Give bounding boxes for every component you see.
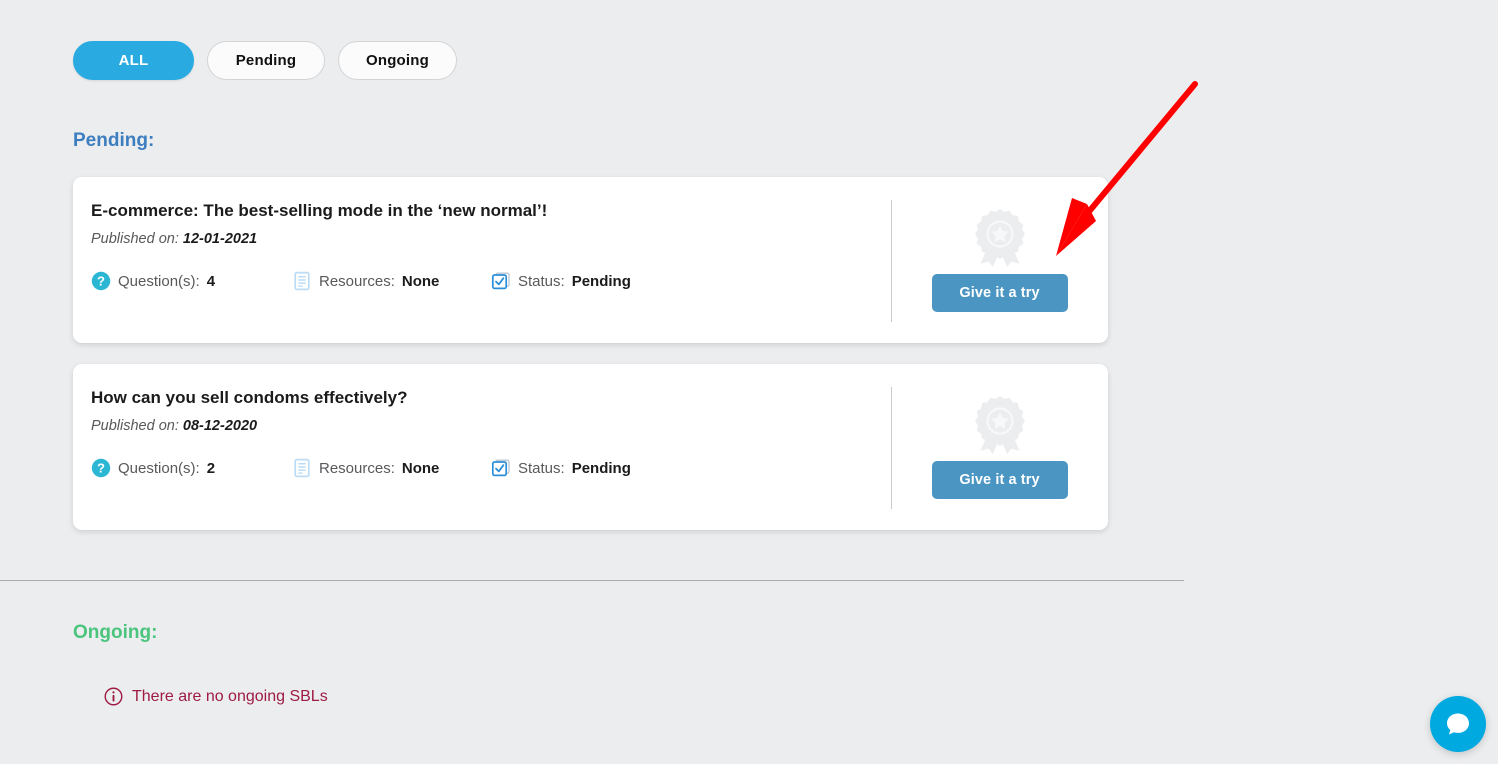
meta-resources: Resources: None bbox=[292, 458, 439, 478]
meta-resources-value: None bbox=[401, 272, 440, 290]
checkbox-checked-icon bbox=[491, 459, 510, 477]
card-published-line: Published on: 12-01-2021 bbox=[91, 231, 257, 247]
question-circle-icon: ? bbox=[91, 271, 111, 291]
meta-questions-label: Question(s): bbox=[118, 272, 200, 290]
meta-questions: ? Question(s): 4 bbox=[91, 271, 215, 291]
meta-questions-value: 2 bbox=[206, 459, 216, 477]
card-details: How can you sell condoms effectively? Pu… bbox=[91, 364, 891, 530]
meta-questions-label: Question(s): bbox=[118, 459, 200, 477]
chat-bubble-icon bbox=[1447, 713, 1469, 735]
svg-text:?: ? bbox=[97, 461, 105, 476]
meta-status-label: Status: bbox=[518, 272, 565, 290]
chat-widget-button[interactable] bbox=[1430, 696, 1486, 752]
meta-status: Status: Pending bbox=[491, 458, 631, 478]
give-it-a-try-button[interactable]: Give it a try bbox=[931, 460, 1068, 499]
filter-tab-pending[interactable]: Pending bbox=[207, 41, 325, 80]
question-circle-icon: ? bbox=[91, 458, 111, 478]
card-published-line: Published on: 08-12-2020 bbox=[91, 418, 257, 434]
meta-status: Status: Pending bbox=[491, 271, 631, 291]
document-icon bbox=[294, 458, 310, 478]
published-date: 08-12-2020 bbox=[182, 418, 258, 434]
svg-text:?: ? bbox=[97, 274, 105, 289]
filter-tab-all[interactable]: ALL bbox=[73, 41, 194, 80]
filter-bar: ALL Pending Ongoing bbox=[73, 41, 457, 80]
filter-tab-ongoing-label: Ongoing bbox=[365, 52, 430, 69]
award-ribbon-icon bbox=[974, 208, 1025, 267]
meta-resources-label: Resources: bbox=[319, 272, 395, 290]
filter-tab-all-label: ALL bbox=[118, 52, 149, 69]
ongoing-empty-message: There are no ongoing SBLs bbox=[132, 687, 328, 705]
published-label: Published on: bbox=[91, 231, 179, 247]
filter-tab-pending-label: Pending bbox=[235, 52, 297, 69]
meta-questions: ? Question(s): 2 bbox=[91, 458, 215, 478]
filter-tab-ongoing[interactable]: Ongoing bbox=[338, 41, 457, 80]
card-title: How can you sell condoms effectively? bbox=[91, 388, 408, 407]
meta-resources-label: Resources: bbox=[319, 459, 395, 477]
award-ribbon-icon bbox=[974, 395, 1025, 454]
meta-status-value: Pending bbox=[571, 459, 631, 477]
meta-status-label: Status: bbox=[518, 459, 565, 477]
document-icon bbox=[294, 271, 310, 291]
card-title: E-commerce: The best-selling mode in the… bbox=[91, 201, 548, 220]
sbl-card[interactable]: E-commerce: The best-selling mode in the… bbox=[73, 177, 1108, 343]
ongoing-empty-state: There are no ongoing SBLs bbox=[104, 687, 328, 706]
info-circle-icon bbox=[104, 687, 123, 706]
sbl-card[interactable]: How can you sell condoms effectively? Pu… bbox=[73, 364, 1108, 530]
meta-resources-value: None bbox=[401, 459, 440, 477]
published-date: 12-01-2021 bbox=[182, 231, 258, 247]
meta-status-value: Pending bbox=[571, 272, 631, 290]
meta-questions-value: 4 bbox=[206, 272, 216, 290]
checkbox-checked-icon bbox=[491, 272, 510, 290]
published-label: Published on: bbox=[91, 418, 179, 434]
card-meta-row: ? Question(s): 2 Resources: None Status:… bbox=[91, 458, 891, 480]
card-details: E-commerce: The best-selling mode in the… bbox=[91, 177, 891, 343]
give-it-a-try-button[interactable]: Give it a try bbox=[931, 273, 1068, 312]
meta-resources: Resources: None bbox=[292, 271, 439, 291]
card-meta-row: ? Question(s): 4 Resources: None Status:… bbox=[91, 271, 891, 293]
ongoing-section-heading: Ongoing: bbox=[73, 622, 158, 643]
card-action-panel: Give it a try bbox=[891, 177, 1108, 343]
card-action-panel: Give it a try bbox=[891, 364, 1108, 530]
pending-section-heading: Pending: bbox=[73, 130, 155, 151]
section-separator bbox=[0, 580, 1184, 581]
